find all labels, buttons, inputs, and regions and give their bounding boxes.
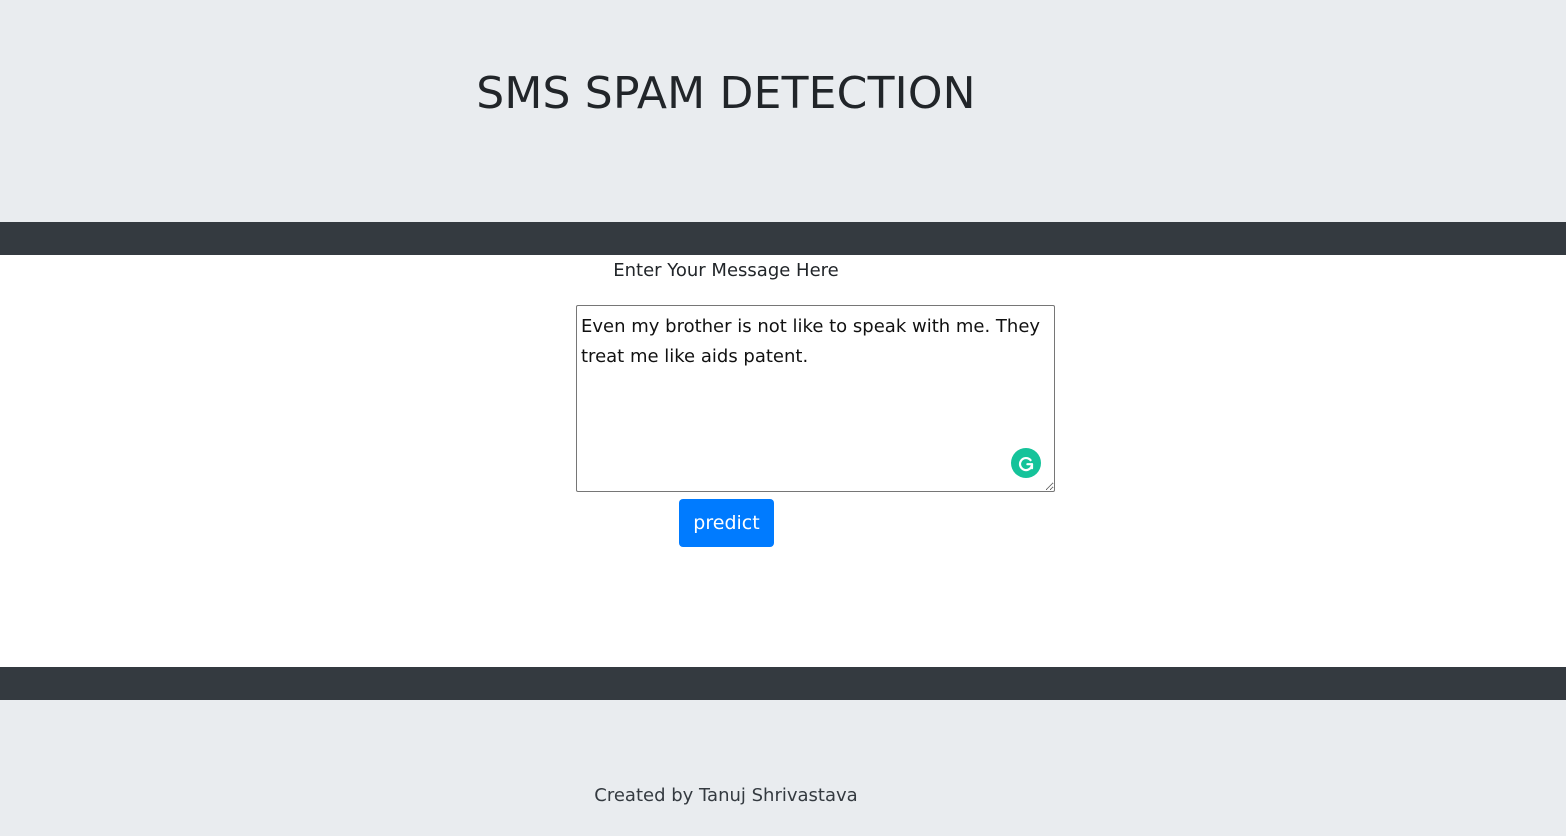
- page: SMS SPAM DETECTION Enter Your Message He…: [0, 0, 1566, 836]
- message-field-wrapper: [576, 305, 1055, 492]
- top-divider-bar: [0, 222, 1566, 255]
- page-title: SMS SPAM DETECTION: [476, 68, 976, 119]
- bottom-divider-bar: [0, 667, 1566, 700]
- main-content: Enter Your Message Here predict: [0, 255, 1566, 667]
- footer-credit: Created by Tanuj Shrivastava: [594, 785, 858, 806]
- footer: Created by Tanuj Shrivastava: [0, 700, 1566, 836]
- message-label: Enter Your Message Here: [613, 260, 839, 281]
- header-jumbotron: SMS SPAM DETECTION: [0, 0, 1566, 222]
- grammarly-g-icon[interactable]: [1011, 448, 1041, 478]
- predict-button[interactable]: predict: [679, 499, 774, 547]
- grammarly-g-glyph: [1018, 456, 1034, 472]
- message-textarea[interactable]: [576, 305, 1055, 492]
